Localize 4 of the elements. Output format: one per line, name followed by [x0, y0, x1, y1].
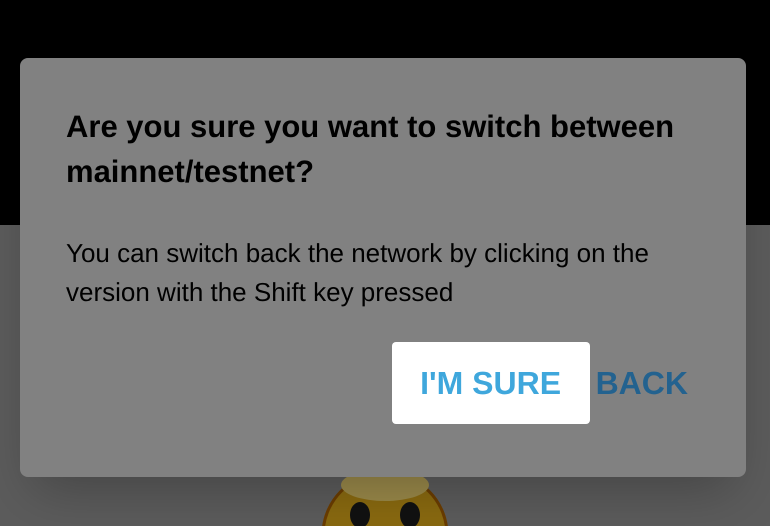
- confirm-button[interactable]: I'M SURE: [392, 342, 590, 424]
- back-button[interactable]: BACK: [596, 342, 688, 424]
- dialog-message: You can switch back the network by clicking on the version with the Shift key pressed: [66, 237, 650, 309]
- dialog-title: Are you sure you want to switch between mainnet/testnet?: [66, 108, 676, 191]
